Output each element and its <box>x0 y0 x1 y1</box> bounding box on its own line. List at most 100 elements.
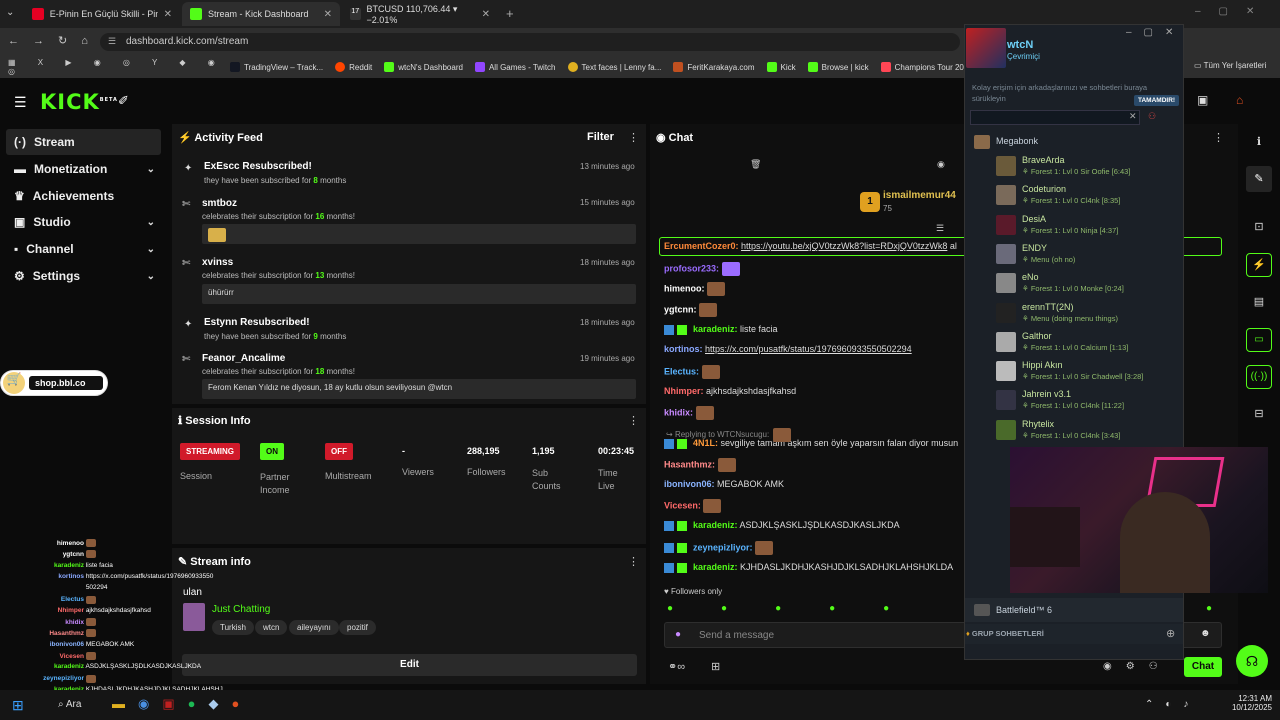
sidebar-item-monetization[interactable]: ▬ Monetization ⌄ <box>6 156 161 182</box>
sidebar-item-studio[interactable]: ▣ Studio ⌄ <box>6 209 161 235</box>
friend-row[interactable]: eNo ⚘ Forest 1: Lvl 0 Monke [0:24] <box>996 271 1176 299</box>
more-icon[interactable]: ⋮ <box>628 555 639 568</box>
chat-message[interactable]: Electus: <box>664 365 720 379</box>
bookmark[interactable]: Reddit <box>335 62 372 72</box>
info-icon[interactable]: ℹ <box>1252 135 1266 149</box>
chat-message[interactable]: Nhimper: ajkhsdajkshdasjfkahsd <box>664 386 796 396</box>
chat-message[interactable]: himenoo: <box>664 282 726 296</box>
camera-icon[interactable]: ▣ <box>1197 93 1208 107</box>
friend-row[interactable]: Codeturion ⚘ Forest 1: Lvl 0 Cl4nk [8:35] <box>996 183 1176 211</box>
chat-message[interactable]: ibonivon06: MEGABOK AMK <box>664 479 784 489</box>
clock[interactable]: 12:31 AM 10/12/2025 <box>1222 694 1272 712</box>
bookmark[interactable]: FeritKarakaya.com <box>673 62 755 72</box>
tab-btcusd[interactable]: 17 BTCUSD 110,706.44 ▾ −2.01% ✕ <box>342 2 498 26</box>
friend-search-input[interactable] <box>970 110 1140 125</box>
bookmark[interactable]: wtcN's Dashboard <box>384 62 463 72</box>
pinned-text: ErcumentCozer0: https://youtu.be/xjQV0tz… <box>664 241 957 251</box>
close-icon[interactable]: ✕ <box>164 9 172 20</box>
more-icon[interactable]: ⋮ <box>1213 131 1224 144</box>
chat-message[interactable]: khidix: <box>664 406 714 420</box>
friend-row[interactable]: Galthor ⚘ Forest 1: Lvl 0 Calcium [1:13] <box>996 330 1176 358</box>
more-icon[interactable]: ⋮ <box>628 414 639 427</box>
friend-row[interactable]: Rhytelix ⚘ Forest 1: Lvl 0 Cl4nk [3:43] <box>996 418 1176 446</box>
lightning-icon[interactable]: ⚡ <box>1246 253 1272 277</box>
friend-row[interactable]: erennTT(2N) ⚘ Menu (doing menu things) <box>996 301 1176 329</box>
edit-pencil-icon[interactable]: ✎ <box>1246 166 1272 192</box>
all-bookmarks[interactable]: ▭ Tüm Yer İşaretleri <box>1194 61 1266 70</box>
bookmark-shortcuts[interactable]: ▦ X ▶ ◉ ◎ Y ◆ ◉ ◎ <box>0 58 230 76</box>
chat-message[interactable]: profosor233: <box>664 262 740 276</box>
bookmark[interactable]: TradingView – Track... <box>230 62 323 72</box>
chat-send-button[interactable]: Chat <box>1184 657 1222 677</box>
chat-message[interactable]: zeynepizliyor: <box>664 541 774 555</box>
site-info-icon[interactable]: ☰ <box>108 36 116 47</box>
document-icon[interactable]: ▤ <box>1252 295 1266 309</box>
chat-message[interactable]: Hasanthmz: <box>664 458 736 472</box>
steam-username[interactable]: wtcN <box>1007 39 1033 51</box>
sidebar-item-stream[interactable]: (·) Stream <box>6 129 161 155</box>
friend-row[interactable]: Hippi Akın ⚘ Forest 1: Lvl 0 Sir Chadwell… <box>996 359 1176 387</box>
support-headset-icon[interactable]: ☊ <box>1236 645 1268 677</box>
emote-infinity-icon[interactable]: ⚭∞ <box>668 660 685 673</box>
activity-sub: they have been subscribed for 9 months <box>204 332 347 341</box>
taskbar-apps[interactable]: ▬◉▣●◆● <box>112 696 292 714</box>
mic-icon[interactable]: ● <box>675 629 681 640</box>
bookmark[interactable]: Browse | kick <box>807 62 869 72</box>
search-icon[interactable]: ⌕ Ara <box>58 699 81 710</box>
bookmark[interactable]: Champions Tour 20... <box>880 62 971 72</box>
menu-icon[interactable]: ☰ <box>14 94 27 111</box>
chat-message[interactable]: kortinos: https://x.com/pusatfk/status/1… <box>664 344 912 354</box>
chat-message[interactable]: Vicesen: <box>664 499 722 513</box>
add-group-icon[interactable]: ⊕ <box>1166 627 1175 640</box>
layout-icon[interactable]: ⊟ <box>1252 407 1266 421</box>
friend-row[interactable]: BraveArda ⚘ Forest 1: Lvl 0 Sir Oofie [6:… <box>996 154 1176 182</box>
tab-pinterest[interactable]: E-Pinin En Güçlü Skilli - Pindimi ✕ <box>24 2 180 26</box>
nav-buttons[interactable]: ←→↻⌂ <box>8 34 102 47</box>
window-controls[interactable]: –▢✕ <box>1126 27 1185 38</box>
tab-kick-dashboard[interactable]: Stream - Kick Dashboard ✕ <box>182 2 340 26</box>
tab-label: Stream - Kick Dashboard <box>208 9 309 19</box>
chat-message[interactable]: karadeniz: KJHDASLJKDHJKASHJDJKLSADHJKLA… <box>664 562 953 573</box>
add-friend-icon[interactable]: ⚇ <box>1148 111 1156 122</box>
sidebar-item-achievements[interactable]: ♛ Achievements <box>6 183 161 209</box>
sidebar-item-channel[interactable]: ▪ Channel ⌄ <box>6 236 161 262</box>
chat-message[interactable]: karadeniz: liste facia <box>664 324 778 335</box>
category-link[interactable]: Just Chatting <box>212 604 270 615</box>
gift-box-icon[interactable]: ⊞ <box>711 660 720 673</box>
kick-logo[interactable]: KICKBETA <box>40 90 118 114</box>
chat-settings-icons[interactable]: ◉⚙⚇ <box>1103 661 1172 672</box>
game-group-header[interactable]: Megabonk <box>996 136 1038 146</box>
close-icon[interactable]: ✕ <box>1129 111 1137 122</box>
friend-row[interactable]: Jahrein v3.1 ⚘ Forest 1: Lvl 0 Cl4nk [11:… <box>996 388 1176 416</box>
emoji-icon[interactable]: ☻ <box>1200 628 1211 639</box>
chat-bubble-icon[interactable]: ◉ <box>937 159 945 170</box>
filter-button[interactable]: Filter <box>587 131 614 143</box>
windows-start-icon[interactable]: ⊞ <box>12 697 24 714</box>
bookmark[interactable]: Kick <box>766 62 796 72</box>
chat-message[interactable]: karadeniz: ASDJKLŞASKLJŞDLKASDJKASLJKDA <box>664 520 900 531</box>
wand-icon[interactable]: ✐ <box>118 93 129 109</box>
done-button[interactable]: TAMAMDIR! <box>1134 95 1180 106</box>
trash-icon[interactable]: 🗑 <box>750 159 761 170</box>
sidebar-item-settings[interactable]: ⚙ Settings ⌄ <box>6 263 161 289</box>
chat-message[interactable]: ygtcnn: <box>664 303 718 317</box>
broadcast-icon[interactable]: ((·)) <box>1246 365 1272 389</box>
edit-button[interactable]: Edit <box>182 654 637 676</box>
filter-icon[interactable]: ☰ <box>936 223 944 234</box>
close-icon[interactable]: ✕ <box>324 9 332 20</box>
emote-quickbar[interactable]: ●●●●● <box>667 603 927 617</box>
profile-logo-icon[interactable]: ⌂ <box>1236 93 1243 107</box>
address-bar[interactable]: dashboard.kick.com/stream <box>100 33 960 51</box>
crop-icon[interactable]: ⊡ <box>1252 220 1266 234</box>
bookmark[interactable]: Text faces | Lenny fa... <box>567 62 661 72</box>
system-tray-icons[interactable]: ⌃◐♪ <box>1145 699 1200 710</box>
friend-row[interactable]: ENDY ⚘ Menu (oh no) <box>996 242 1176 270</box>
tab-list-icon[interactable]: ⌄ <box>6 7 14 18</box>
new-tab-icon[interactable]: + <box>506 6 514 21</box>
more-icon[interactable]: ⋮ <box>628 131 639 144</box>
close-icon[interactable]: ✕ <box>482 9 490 20</box>
window-controls[interactable]: –▢✕ <box>1195 6 1272 17</box>
bookmark[interactable]: All Games - Twitch <box>474 62 556 72</box>
friend-row[interactable]: DesiA ⚘ Forest 1: Lvl 0 Ninja [4:37] <box>996 213 1176 241</box>
chat-icon[interactable]: ▭ <box>1246 328 1272 352</box>
